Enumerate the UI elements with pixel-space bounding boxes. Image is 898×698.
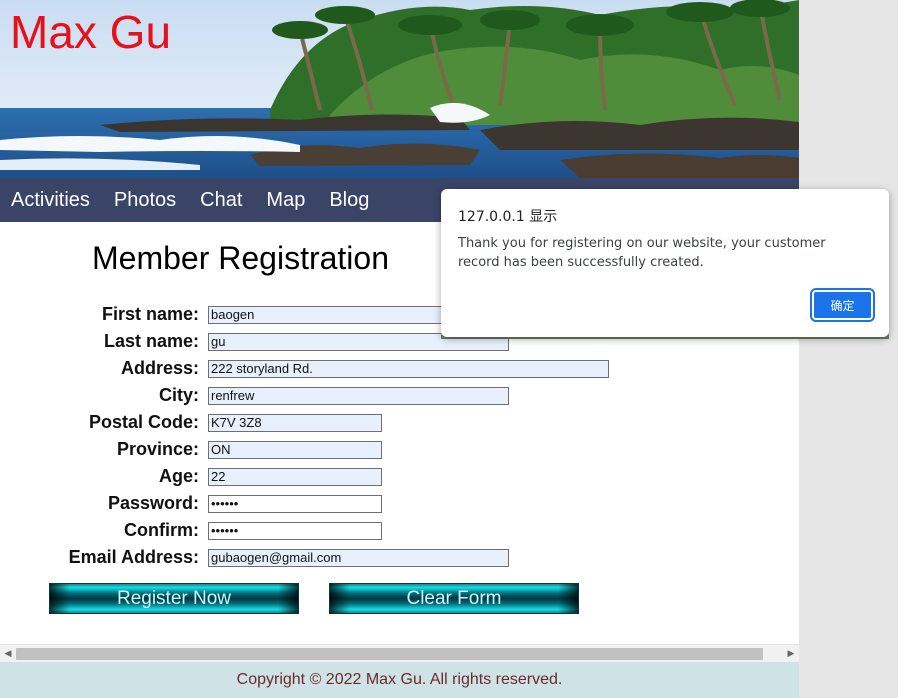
page: Max Gu Activities Photos Chat Map Blog M… <box>0 0 799 698</box>
form-row-age: Age: 22 <box>0 464 799 488</box>
province-input[interactable]: ON <box>208 441 382 459</box>
page-title: Member Registration <box>92 240 389 276</box>
city-label: City: <box>159 385 199 405</box>
password-input[interactable]: •••••• <box>208 495 382 513</box>
register-now-label: Register Now <box>116 588 232 609</box>
alert-dialog: 127.0.0.1 显示 Thank you for registering o… <box>441 189 889 337</box>
address-label: Address: <box>120 358 199 378</box>
register-now-button[interactable]: Register Now <box>49 583 299 614</box>
form-row-password: Password: •••••• <box>0 491 799 515</box>
footer: Copyright © 2022 Max Gu. All rights rese… <box>0 662 799 698</box>
site-title: Max Gu <box>10 6 172 58</box>
address-input[interactable]: 222 storyland Rd. <box>208 360 609 378</box>
header-banner: Max Gu <box>0 0 799 178</box>
nav-item-chat[interactable]: Chat <box>188 178 254 222</box>
clear-form-label: Clear Form <box>406 588 502 609</box>
age-input[interactable]: 22 <box>208 468 382 486</box>
confirm-password-input[interactable]: •••••• <box>208 522 382 540</box>
form-row-email: Email Address: gubaogen@gmail.com <box>0 545 799 569</box>
city-input[interactable]: renfrew <box>208 387 509 405</box>
nav-item-activities[interactable]: Activities <box>0 178 102 222</box>
postal-code-input[interactable]: K7V 3Z8 <box>208 414 382 432</box>
scrollbar-thumb[interactable] <box>16 648 763 660</box>
last-name-label: Last name: <box>103 331 199 351</box>
age-label: Age: <box>159 466 199 486</box>
nav-item-photos[interactable]: Photos <box>102 178 188 222</box>
password-label: Password: <box>107 493 199 513</box>
form-row-city: City: renfrew <box>0 383 799 407</box>
clear-form-button[interactable]: Clear Form <box>329 583 579 614</box>
postal-code-label: Postal Code: <box>88 412 199 432</box>
confirm-label: Confirm: <box>124 520 199 540</box>
email-input[interactable]: gubaogen@gmail.com <box>208 549 509 567</box>
copyright-text: Copyright © 2022 Max Gu. All rights rese… <box>236 671 563 688</box>
form-row-postal-code: Postal Code: K7V 3Z8 <box>0 410 799 434</box>
dialog-title: 127.0.0.1 显示 <box>458 209 558 225</box>
horizontal-scrollbar[interactable]: ◀ ▶ <box>0 644 799 662</box>
triangle-left-icon[interactable]: ◀ <box>0 645 16 662</box>
nav-item-blog[interactable]: Blog <box>317 178 381 222</box>
email-label: Email Address: <box>68 547 199 567</box>
triangle-right-icon[interactable]: ▶ <box>783 645 799 662</box>
nav-item-map[interactable]: Map <box>254 178 317 222</box>
form-row-province: Province: ON <box>0 437 799 461</box>
first-name-label: First name: <box>101 304 199 324</box>
form-row-address: Address: 222 storyland Rd. <box>0 356 799 380</box>
form-row-confirm: Confirm: •••••• <box>0 518 799 542</box>
province-label: Province: <box>116 439 199 459</box>
dialog-ok-button[interactable]: 确定 <box>812 290 873 320</box>
dialog-message: Thank you for registering on our website… <box>458 236 826 270</box>
